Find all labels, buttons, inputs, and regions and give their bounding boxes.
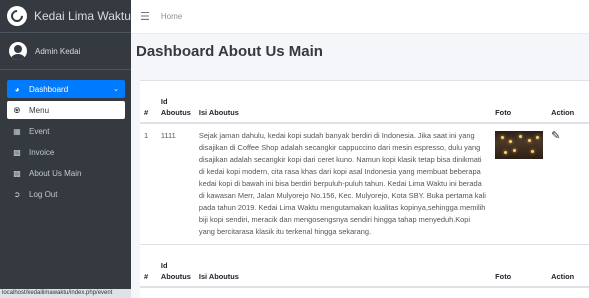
sidebar-item-dashboard[interactable]: ◕ Dashboard ⌄ xyxy=(7,80,125,98)
about-icon: ▩ xyxy=(13,168,21,178)
col-footer-foto: Foto xyxy=(491,244,548,288)
sidebar-item-invoice[interactable]: ▩ Invoice xyxy=(7,143,125,161)
col-header-action: Action xyxy=(547,81,589,124)
user-name[interactable]: Admin Kedai xyxy=(35,47,80,56)
col-footer-id: Id Aboutus xyxy=(156,244,195,288)
col-header-isi: Isi Aboutus xyxy=(194,81,492,124)
sidebar-nav: ◕ Dashboard ⌄ ♼ Menu ▦ Event ▩ Invoice ▩… xyxy=(7,80,125,206)
sidebar-item-label: Dashboard xyxy=(29,84,69,94)
sidebar-item-label: About Us Main xyxy=(29,168,82,178)
aboutus-card: # Id Aboutus Isi Aboutus Foto Action 1 1… xyxy=(140,80,589,298)
col-footer-isi: Isi Aboutus xyxy=(194,244,492,288)
col-footer-no: # xyxy=(140,244,157,288)
cell-id: 1111 xyxy=(156,123,195,245)
content-header: Dashboard About Us Main xyxy=(131,34,589,68)
topbar: ☰ Home xyxy=(131,0,589,34)
sidebar-item-label: Menu xyxy=(29,105,50,115)
browser-status-url: localhost/kedailimawaktu/index.php/event xyxy=(0,289,131,298)
home-link[interactable]: Home xyxy=(161,12,182,21)
invoice-icon: ▩ xyxy=(13,147,21,157)
table-footer-row: # Id Aboutus Isi Aboutus Foto Action xyxy=(140,244,589,288)
chevron-down-icon: ⌄ xyxy=(113,86,119,93)
aboutus-table: # Id Aboutus Isi Aboutus Foto Action 1 1… xyxy=(140,81,589,288)
brand[interactable]: Kedai Lima Waktu xyxy=(0,0,131,33)
brand-title: Kedai Lima Waktu xyxy=(34,9,131,23)
logout-icon: ➲ xyxy=(13,189,21,199)
col-header-id: Id Aboutus xyxy=(156,81,195,124)
sidebar: Kedai Lima Waktu Admin Kedai ◕ Dashboard… xyxy=(0,0,131,298)
col-footer-action: Action xyxy=(547,244,589,288)
sidebar-item-log-out[interactable]: ➲ Log Out xyxy=(7,185,125,203)
sidebar-item-label: Invoice xyxy=(29,147,55,157)
dashboard-icon: ◕ xyxy=(14,84,20,94)
col-header-no: # xyxy=(140,81,157,124)
page-title: Dashboard About Us Main xyxy=(136,42,323,60)
cell-foto xyxy=(491,123,548,245)
col-header-foto: Foto xyxy=(491,81,548,124)
coffee-shop-photo[interactable] xyxy=(495,131,544,159)
cell-isi: Sejak jaman dahulu, kedai kopi sudah ban… xyxy=(194,123,492,245)
utensils-icon: ♼ xyxy=(13,105,21,115)
avatar xyxy=(9,42,27,60)
edit-icon[interactable]: ✎ xyxy=(551,130,560,142)
cell-action: ✎ xyxy=(547,123,589,245)
calendar-icon: ▦ xyxy=(13,126,21,136)
sidebar-item-about-us-main[interactable]: ▩ About Us Main xyxy=(7,164,125,182)
sidebar-item-event[interactable]: ▦ Event xyxy=(7,122,125,140)
sidebar-item-label: Log Out xyxy=(29,189,58,199)
sidebar-item-menu[interactable]: ♼ Menu xyxy=(7,101,125,119)
table-row: 1 1111 Sejak jaman dahulu, kedai kopi su… xyxy=(140,123,589,245)
user-panel[interactable]: Admin Kedai xyxy=(0,33,131,70)
app-root: Kedai Lima Waktu Admin Kedai ◕ Dashboard… xyxy=(0,0,589,298)
cell-no: 1 xyxy=(140,123,157,245)
table-header-row: # Id Aboutus Isi Aboutus Foto Action xyxy=(140,81,589,124)
sidebar-item-label: Event xyxy=(29,126,50,136)
brand-logo-icon xyxy=(7,6,27,26)
hamburger-menu-icon[interactable]: ☰ xyxy=(140,10,150,23)
